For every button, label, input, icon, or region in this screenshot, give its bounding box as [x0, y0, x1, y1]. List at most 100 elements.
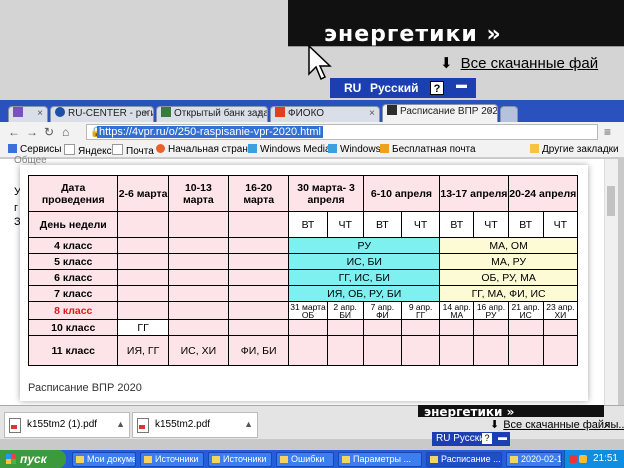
new-tab-button[interactable] [500, 106, 518, 122]
language-help-button[interactable]: ? [430, 81, 444, 95]
forward-arrow-icon[interactable]: → [26, 125, 38, 139]
tab-ru-center[interactable]: RU-CENTER - регистр× [50, 106, 154, 122]
table-row: 6 класс ГГ, ИС, БИ ОБ, РУ, МА [27, 269, 578, 286]
table-cell [117, 269, 169, 286]
taskbar-item[interactable]: Мои докуме... [72, 452, 136, 467]
bookmark-start-page[interactable]: Начальная страни [156, 144, 253, 155]
background-downloads-link[interactable]: ⬇ Все скачанные фай [440, 54, 598, 72]
subjects-cell: РУ [288, 237, 441, 254]
grade8-cell: 9 апр. ГГ [400, 301, 441, 320]
address-bar[interactable]: 🔒 https://4vpr.ru/o/250-raspisanie-vpr-2… [86, 124, 598, 140]
exam-subject: МА [450, 309, 464, 320]
bookmark-label: Другие закладки [542, 144, 619, 155]
bookmark-label: Почта [126, 146, 154, 157]
grade8-cell: 23 апр. ХИ [542, 301, 579, 320]
tab-task-bank[interactable]: Открытый банк задач × [156, 106, 268, 122]
background-downloads-label: Все скачанные фай [460, 55, 599, 72]
tab-mail[interactable]: × [8, 106, 48, 122]
url-text: https://4vpr.ru/o/250-raspisanie-vpr-202… [97, 126, 323, 138]
row-label: 5 класс [27, 253, 119, 270]
language-bar[interactable]: RU Русский ? ▬ [330, 78, 476, 98]
close-icon[interactable]: × [37, 108, 43, 119]
bookmark-label: Бесплатная почта [392, 144, 476, 155]
close-icon[interactable]: × [487, 106, 493, 117]
page-icon [161, 107, 171, 117]
table-cell [288, 319, 328, 336]
close-icon[interactable]: × [369, 108, 375, 119]
tray-icon[interactable] [569, 455, 577, 463]
row-label: 6 класс [27, 269, 119, 286]
bookmark-windows[interactable]: Windows [328, 144, 381, 155]
bookmarks-bar: Сервисы Яндекс Почта Начальная страни Wi… [0, 142, 624, 158]
col-header: 10-13 марта [167, 175, 230, 212]
subjects-cell: ФИ, БИ [228, 335, 290, 366]
taskbar-item[interactable]: Ошибки [276, 452, 334, 467]
weekday-cell: ЧТ [473, 211, 509, 238]
table-cell [167, 285, 230, 302]
grade8-cell: 14 апр. МА [439, 301, 475, 320]
page-icon [387, 105, 397, 115]
taskbar-item[interactable]: 2020-02-19... [506, 452, 562, 467]
col-header: 16-20 марта [228, 175, 290, 212]
col-header: Дата проведения [27, 175, 119, 212]
close-icon[interactable]: × [257, 108, 263, 119]
chevron-up-icon[interactable]: ▲ [116, 419, 125, 429]
weekday-cell: ВТ [507, 211, 544, 238]
bookmark-yandex[interactable]: Яндекс [64, 144, 112, 157]
tab-label: Расписание ВПР 2020 [400, 106, 498, 117]
taskbar-item-active[interactable]: Расписание ... [426, 452, 502, 467]
reload-icon[interactable]: ↻ [44, 125, 54, 139]
tab-schedule[interactable]: Расписание ВПР 2020 × [382, 104, 498, 122]
bookmark-other[interactable]: Другие закладки [530, 144, 619, 155]
bookmark-mail[interactable]: Почта [112, 144, 154, 157]
table-row: 4 класс РУ МА, ОМ [27, 237, 578, 254]
bookmark-free-mail[interactable]: Бесплатная почта [380, 144, 476, 155]
download-item[interactable]: k155tm2 (1).pdf ▲ [4, 412, 130, 438]
chevron-up-icon[interactable]: ▲ [244, 419, 253, 429]
taskbar-item[interactable]: Параметры ... [338, 452, 422, 467]
start-button[interactable]: пуск [0, 450, 66, 468]
row-label: 11 класс [27, 335, 119, 366]
language-bar-small[interactable]: RU Русский ? ▬ [432, 432, 510, 446]
language-menu-icon[interactable]: ▬ [498, 432, 507, 442]
col-header: 30 марта- 3 апреля [288, 175, 364, 212]
home-icon[interactable]: ⌂ [62, 125, 69, 139]
subjects-cell: ГГ, ИС, БИ [288, 269, 441, 286]
exam-subject: ХИ [554, 309, 567, 320]
download-filename: k155tm2 (1).pdf [27, 419, 98, 430]
table-cell [167, 253, 230, 270]
menu-icon[interactable]: ≡ [604, 125, 611, 139]
bookmark-services[interactable]: Сервисы [8, 144, 61, 155]
table-cell [228, 269, 290, 286]
weekday-cell: ВТ [439, 211, 475, 238]
download-item[interactable]: k155tm2.pdf ▲ [132, 412, 258, 438]
table-cell [117, 253, 169, 270]
close-icon[interactable]: × [604, 420, 610, 432]
table-cell [326, 319, 364, 336]
table-cell [439, 335, 475, 366]
download-icon: ⬇ [490, 419, 500, 431]
table-cell [507, 319, 544, 336]
row-label: 10 класс [27, 319, 119, 336]
tray-icon[interactable] [579, 455, 587, 463]
table-cell [228, 301, 290, 320]
col-header: 6-10 апреля [362, 175, 441, 212]
back-arrow-icon[interactable]: ← [8, 125, 20, 139]
download-filename: k155tm2.pdf [155, 419, 211, 430]
bookmark-windows-media[interactable]: Windows Media [248, 144, 331, 155]
taskbar-item[interactable]: Источники [140, 452, 204, 467]
taskbar-item[interactable]: Источники [208, 452, 272, 467]
fioko-icon [275, 107, 285, 117]
apps-icon [8, 144, 17, 153]
exam-subject: РУ [485, 309, 497, 320]
language-help-button[interactable]: ? [482, 433, 492, 444]
grade8-cell: 31 марта ОБ [288, 301, 328, 320]
bookmark-label: Windows [340, 144, 381, 155]
weekday-cell: ЧТ [400, 211, 441, 238]
close-icon[interactable]: × [143, 108, 149, 119]
scrollbar-thumb[interactable] [607, 186, 615, 216]
exam-subject: ФИ [376, 309, 389, 320]
table-cell [473, 319, 509, 336]
tab-fioko[interactable]: ФИОКО × [270, 106, 380, 122]
language-menu-icon[interactable]: ▬ [456, 79, 467, 91]
